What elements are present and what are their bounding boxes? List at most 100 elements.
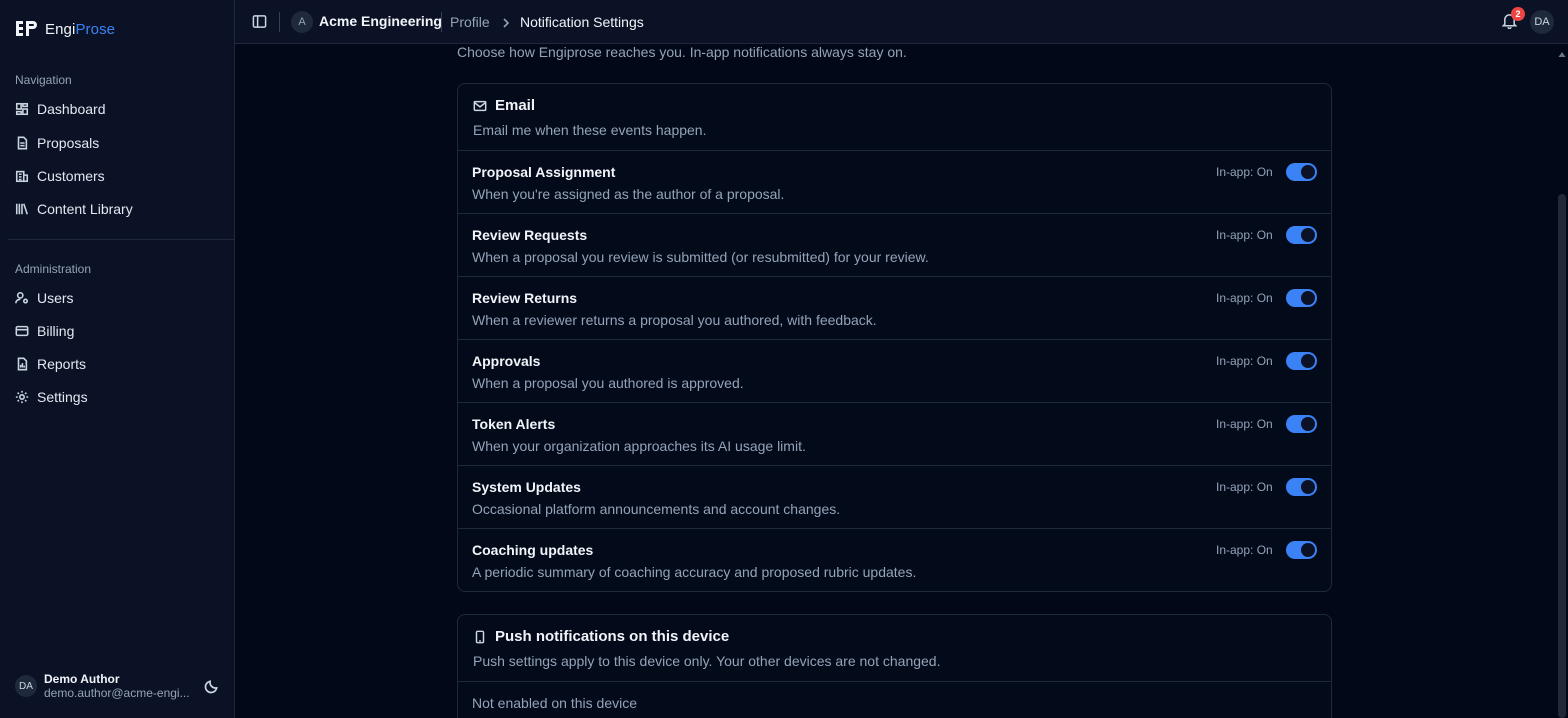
setting-row-coaching-updates: Coaching updates A periodic summary of c…	[458, 528, 1331, 591]
gear-icon	[15, 390, 29, 404]
breadcrumb-profile[interactable]: Profile	[450, 14, 490, 30]
library-icon	[15, 203, 28, 215]
sidebar-item-label: Customers	[37, 168, 105, 184]
sidebar-item-settings[interactable]: Settings	[8, 382, 228, 412]
email-toggle-approvals[interactable]	[1286, 352, 1317, 370]
setting-row-system-updates: System Updates Occasional platform annou…	[458, 465, 1331, 528]
divider	[441, 12, 442, 32]
card-description: Push settings apply to this device only.…	[473, 653, 941, 669]
inapp-status: In-app: On	[1216, 417, 1273, 431]
divider	[279, 12, 280, 32]
push-settings-card: Push notifications on this device Push s…	[457, 614, 1332, 718]
org-avatar: A	[291, 11, 313, 33]
sidebar-item-label: Dashboard	[37, 101, 106, 117]
engiprose-logo-icon	[16, 21, 37, 36]
sidebar-item-content-library[interactable]: Content Library	[8, 194, 228, 224]
avatar: DA	[15, 675, 37, 697]
sidebar-item-label: Billing	[37, 323, 75, 339]
inapp-status: In-app: On	[1216, 165, 1273, 179]
setting-description: When a reviewer returns a proposal you a…	[472, 312, 877, 328]
card-description: Email me when these events happen.	[473, 122, 707, 138]
document-icon	[17, 136, 28, 150]
notification-count-badge: 2	[1511, 7, 1525, 21]
user-gear-icon	[15, 291, 29, 304]
setting-row-proposal-assignment: Proposal Assignment When you're assigned…	[458, 150, 1331, 213]
email-toggle-review-requests[interactable]	[1286, 226, 1317, 244]
brand-logo[interactable]: EngiProse	[15, 17, 115, 41]
sidebar-item-label: Content Library	[37, 201, 133, 217]
sidebar-item-proposals[interactable]: Proposals	[8, 128, 228, 158]
setting-title: Approvals	[472, 353, 541, 369]
sidebar-item-billing[interactable]: Billing	[8, 316, 228, 346]
email-settings-card: Email Email me when these events happen.…	[457, 83, 1332, 592]
setting-row-approvals: Approvals When a proposal you authored i…	[458, 339, 1331, 402]
inapp-status: In-app: On	[1216, 543, 1273, 557]
building-icon	[15, 170, 29, 183]
push-status-text: Not enabled on this device	[472, 695, 637, 711]
setting-title: Coaching updates	[472, 542, 594, 558]
setting-title: Review Requests	[472, 227, 588, 243]
sidebar-item-label: Proposals	[37, 135, 100, 151]
report-icon	[17, 357, 28, 371]
sidebar: EngiProse Navigation Dashboard Proposals…	[0, 0, 235, 718]
push-status-row: Not enabled on this device	[458, 681, 1331, 718]
email-toggle-token-alerts[interactable]	[1286, 415, 1317, 433]
sidebar-item-dashboard[interactable]: Dashboard	[8, 94, 228, 124]
setting-title: Token Alerts	[472, 416, 556, 432]
moon-icon	[204, 680, 218, 694]
sidebar-item-label: Settings	[37, 389, 88, 405]
setting-description: When a proposal you review is submitted …	[472, 249, 929, 265]
credit-card-icon	[15, 325, 29, 337]
user-profile[interactable]: DA Demo Author demo.author@acme-engi...	[15, 672, 225, 700]
mail-icon	[473, 100, 487, 111]
scroll-up-arrow-icon[interactable]	[1558, 46, 1566, 57]
sidebar-item-label: Reports	[37, 356, 87, 372]
email-toggle-proposal-assignment[interactable]	[1286, 163, 1317, 181]
user-email: demo.author@acme-engi...	[44, 686, 190, 700]
setting-title: System Updates	[472, 479, 581, 495]
app-root: EngiProse Navigation Dashboard Proposals…	[0, 0, 1568, 718]
email-toggle-review-returns[interactable]	[1286, 289, 1317, 307]
sidebar-item-reports[interactable]: Reports	[8, 349, 228, 379]
user-avatar-button[interactable]: DA	[1530, 10, 1554, 34]
sidebar-toggle-button[interactable]	[252, 14, 267, 29]
inapp-status: In-app: On	[1216, 291, 1273, 305]
top-bar: A Acme Engineering Profile Notification …	[235, 0, 1568, 44]
breadcrumb-current: Notification Settings	[520, 14, 644, 30]
smartphone-icon	[475, 630, 485, 643]
setting-description: Occasional platform announcements and ac…	[472, 501, 841, 517]
setting-row-review-requests: Review Requests When a proposal you revi…	[458, 213, 1331, 276]
card-title: Push notifications on this device	[495, 628, 730, 645]
email-toggle-system-updates[interactable]	[1286, 478, 1317, 496]
chevron-right-icon	[501, 16, 511, 28]
scrollbar-thumb[interactable]	[1558, 194, 1566, 718]
inapp-status: In-app: On	[1216, 480, 1273, 494]
nav-section-title: Navigation	[15, 73, 72, 87]
setting-description: When your organization approaches its AI…	[472, 438, 806, 454]
admin-section-title: Administration	[15, 262, 92, 276]
card-header: Email	[473, 97, 535, 114]
email-toggle-coaching-updates[interactable]	[1286, 541, 1317, 559]
inapp-status: In-app: On	[1216, 228, 1273, 242]
card-title: Email	[495, 97, 536, 114]
page-intro: Choose how Engiprose reaches you. In-app…	[457, 44, 907, 60]
sidebar-item-label: Users	[37, 290, 74, 306]
inapp-status: In-app: On	[1216, 354, 1273, 368]
brand-name: EngiProse	[45, 20, 116, 38]
sidebar-divider	[8, 239, 235, 240]
sidebar-item-users[interactable]: Users	[8, 283, 228, 313]
sidebar-item-customers[interactable]: Customers	[8, 161, 228, 191]
card-header: Push notifications on this device	[473, 628, 729, 645]
org-switcher[interactable]: Acme Engineering	[319, 13, 442, 29]
setting-description: When a proposal you authored is approved…	[472, 375, 744, 391]
setting-title: Review Returns	[472, 290, 578, 306]
scrollbar[interactable]	[1556, 44, 1568, 718]
setting-description: A periodic summary of coaching accuracy …	[472, 564, 917, 580]
panel-left-icon	[252, 15, 267, 28]
setting-description: When you're assigned as the author of a …	[472, 186, 785, 202]
theme-toggle-button[interactable]	[204, 679, 219, 694]
user-name: Demo Author	[44, 672, 120, 686]
setting-title: Proposal Assignment	[472, 164, 616, 180]
dashboard-icon	[15, 102, 29, 116]
setting-row-token-alerts: Token Alerts When your organization appr…	[458, 402, 1331, 465]
